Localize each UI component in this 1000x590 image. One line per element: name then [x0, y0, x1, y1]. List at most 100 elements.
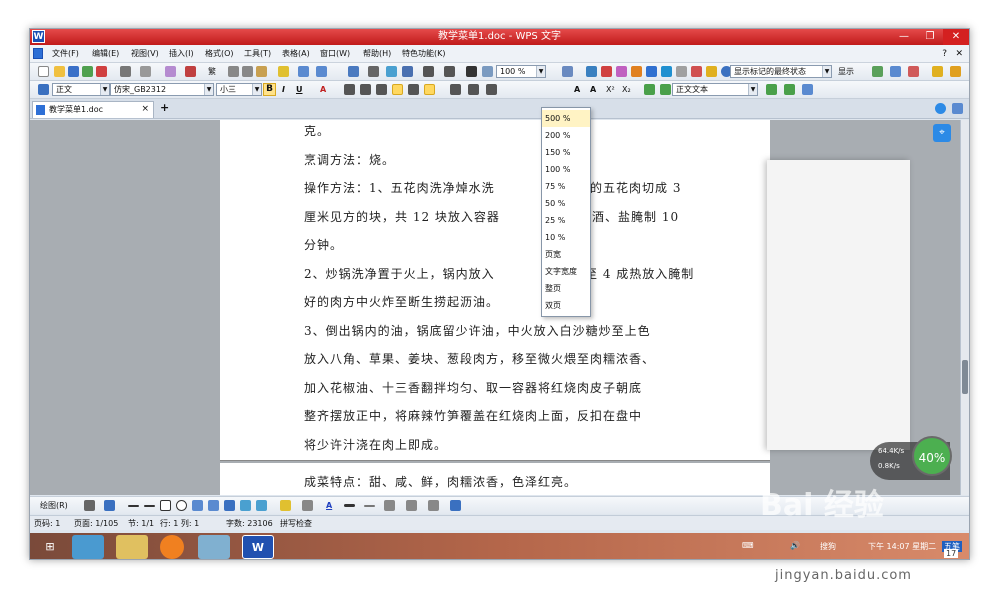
line-color-icon[interactable]	[302, 500, 313, 511]
chevron-down-icon[interactable]: ▼	[536, 66, 545, 77]
vertical-textbox-icon[interactable]	[208, 500, 219, 511]
abc-spell-icon[interactable]	[601, 66, 612, 77]
minimize-button[interactable]: —	[891, 29, 917, 45]
textbox-icon[interactable]	[402, 66, 413, 77]
wordart-icon[interactable]	[616, 66, 627, 77]
zoom-option-200[interactable]: 200 %	[542, 127, 590, 144]
grow-font-icon[interactable]: A	[574, 84, 580, 96]
font-size-combo[interactable]: 小三 ▼	[216, 83, 262, 96]
menu-tools[interactable]: 工具(T)	[244, 48, 271, 60]
cut-icon[interactable]	[228, 66, 239, 77]
restore-button[interactable]: ❐	[917, 29, 943, 45]
tab-close-icon[interactable]: ×	[141, 102, 149, 117]
undo-icon[interactable]	[298, 66, 309, 77]
next-style-icon[interactable]	[660, 84, 671, 95]
menu-view[interactable]: 视图(V)	[131, 48, 159, 60]
align-center-icon[interactable]	[360, 84, 371, 95]
zoom-option-150[interactable]: 150 %	[542, 144, 590, 161]
line-tool-icon[interactable]	[128, 505, 139, 507]
windows-start-icon[interactable]: ⊞	[34, 535, 66, 559]
formula-icon[interactable]	[368, 66, 379, 77]
ime-indicator[interactable]: 搜狗	[820, 541, 836, 552]
chevron-down-icon[interactable]: ▼	[100, 84, 109, 95]
font-color-tool-icon[interactable]: A	[326, 500, 332, 512]
arrow-tool-icon[interactable]	[144, 505, 155, 507]
comment-icon[interactable]	[932, 66, 943, 77]
menu-edit[interactable]: 编辑(E)	[92, 48, 119, 60]
insert-table-icon[interactable]	[348, 66, 359, 77]
text-style-combo[interactable]: 正文文本 ▼	[672, 83, 758, 96]
new-tab-button[interactable]: +	[160, 102, 169, 114]
align-left-icon[interactable]	[344, 84, 355, 95]
zoom-option-25[interactable]: 25 %	[542, 212, 590, 229]
zoom-option-100[interactable]: 100 %	[542, 161, 590, 178]
print-icon[interactable]	[120, 66, 131, 77]
shrink-font-icon[interactable]: A	[590, 84, 596, 96]
file-explorer-icon[interactable]	[116, 535, 148, 559]
fill-color-icon[interactable]	[280, 500, 291, 511]
prev-style-icon[interactable]	[644, 84, 655, 95]
zoom-option-text-width[interactable]: 文字宽度	[542, 263, 590, 280]
font-color-icon[interactable]: A	[320, 84, 326, 96]
clock[interactable]: 下午 14:07 星期二	[868, 541, 936, 552]
wordart-tool-icon[interactable]	[224, 500, 235, 511]
print-preview-icon[interactable]	[140, 66, 151, 77]
zoom-option-whole-page[interactable]: 整页	[542, 280, 590, 297]
new-style-icon[interactable]	[784, 84, 795, 95]
reject-change-icon[interactable]	[908, 66, 919, 77]
paste-icon[interactable]	[256, 66, 267, 77]
menu-special[interactable]: 特色功能(K)	[402, 48, 446, 60]
subscript-icon[interactable]: X₂	[622, 84, 631, 96]
share-icon[interactable]	[691, 66, 702, 77]
draw-menu[interactable]: 绘图(R)	[40, 500, 68, 512]
ellipse-tool-icon[interactable]	[176, 500, 187, 511]
menu-window[interactable]: 窗口(W)	[320, 48, 350, 60]
style-pane-icon[interactable]	[802, 84, 813, 95]
wps-taskbar-icon[interactable]: W	[242, 535, 274, 559]
scrollbar-thumb[interactable]	[962, 360, 968, 394]
picture-tool-icon[interactable]	[256, 500, 267, 511]
zoom-option-page-width[interactable]: 页宽	[542, 246, 590, 263]
style-combo[interactable]: 正文 ▼	[52, 83, 110, 96]
menu-table[interactable]: 表格(A)	[282, 48, 310, 60]
menu-insert[interactable]: 插入(I)	[169, 48, 194, 60]
chevron-down-icon[interactable]: ▼	[748, 84, 757, 95]
chart-icon[interactable]	[444, 66, 455, 77]
show-menu[interactable]: 显示	[838, 66, 854, 78]
insert-picture-icon[interactable]	[386, 66, 397, 77]
template-icon[interactable]	[646, 66, 657, 77]
shapes-icon[interactable]	[631, 66, 642, 77]
format-painter-icon[interactable]	[278, 66, 289, 77]
browser-icon[interactable]	[562, 66, 573, 77]
status-page[interactable]: 页面: 1/105	[74, 518, 118, 529]
indent-icon[interactable]	[486, 84, 497, 95]
menu-file[interactable]: 文件(F)	[52, 48, 79, 60]
online-icon[interactable]	[661, 66, 672, 77]
select-multiple-icon[interactable]	[450, 500, 461, 511]
keyboard-icon[interactable]: ⌨	[742, 541, 754, 550]
accept-change-icon[interactable]	[872, 66, 883, 77]
location-pin-icon[interactable]: ⌖	[933, 124, 951, 142]
memory-usage-circle[interactable]: 40%	[912, 436, 952, 476]
zoom-option-10[interactable]: 10 %	[542, 229, 590, 246]
apply-style-icon[interactable]	[766, 84, 777, 95]
title-bar[interactable]: W 教学菜单1.doc - WPS 文字 — ❐ ✕	[30, 29, 969, 45]
zoom-combo[interactable]: 100 % ▼	[496, 65, 546, 78]
menu-format[interactable]: 格式(O)	[205, 48, 234, 60]
cloud-sync-icon[interactable]	[935, 103, 946, 114]
orange-app-icon[interactable]	[160, 535, 184, 559]
shadow-icon[interactable]	[406, 500, 417, 511]
find-icon[interactable]	[586, 66, 597, 77]
copy-icon[interactable]	[242, 66, 253, 77]
justify-icon[interactable]	[392, 84, 403, 95]
menu-help-icon[interactable]: ?	[942, 48, 947, 60]
arrow-style-icon[interactable]	[384, 500, 395, 511]
volume-icon[interactable]: 🔊	[790, 541, 800, 550]
zoom-option-500[interactable]: 500 %	[542, 110, 590, 127]
style-icon[interactable]	[38, 84, 49, 95]
traditional-chinese-icon[interactable]: 繁	[208, 66, 216, 78]
align-right-icon[interactable]	[376, 84, 387, 95]
numbered-list-icon[interactable]	[450, 84, 461, 95]
export-pdf-icon[interactable]	[96, 66, 107, 77]
more-tools-icon[interactable]	[950, 66, 961, 77]
